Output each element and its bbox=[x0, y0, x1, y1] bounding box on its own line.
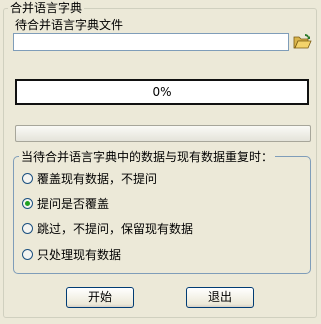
radio-button-checked[interactable] bbox=[22, 197, 33, 209]
merge-progress-bar: 0% bbox=[15, 79, 309, 105]
option-existing-only[interactable]: 只处理现有数据 bbox=[22, 245, 121, 263]
radio-button[interactable] bbox=[22, 248, 33, 260]
file-path-input[interactable] bbox=[13, 33, 289, 51]
secondary-progress-bar bbox=[15, 125, 311, 142]
progress-text: 0% bbox=[152, 85, 172, 99]
radio-button[interactable] bbox=[22, 172, 33, 184]
radio-button[interactable] bbox=[22, 222, 33, 234]
option-ask[interactable]: 提问是否覆盖 bbox=[22, 194, 109, 212]
file-label: 待合并语言字典文件 bbox=[15, 18, 124, 32]
option-label: 覆盖现有数据，不提问 bbox=[37, 171, 158, 186]
option-label: 跳过，不提问，保留现有数据 bbox=[37, 221, 194, 236]
open-folder-icon bbox=[293, 34, 312, 49]
start-button[interactable]: 开始 bbox=[66, 287, 134, 308]
option-skip[interactable]: 跳过，不提问，保留现有数据 bbox=[22, 219, 193, 237]
browse-folder-button[interactable] bbox=[292, 33, 312, 51]
exit-button[interactable]: 退出 bbox=[186, 287, 254, 308]
option-label: 只处理现有数据 bbox=[37, 247, 122, 262]
option-overwrite[interactable]: 覆盖现有数据，不提问 bbox=[22, 169, 157, 187]
group-title: 合并语言字典 bbox=[8, 0, 85, 16]
conflict-title: 当待合并语言字典中的数据与现有数据重复时： bbox=[19, 149, 276, 165]
option-label: 提问是否覆盖 bbox=[37, 196, 110, 211]
